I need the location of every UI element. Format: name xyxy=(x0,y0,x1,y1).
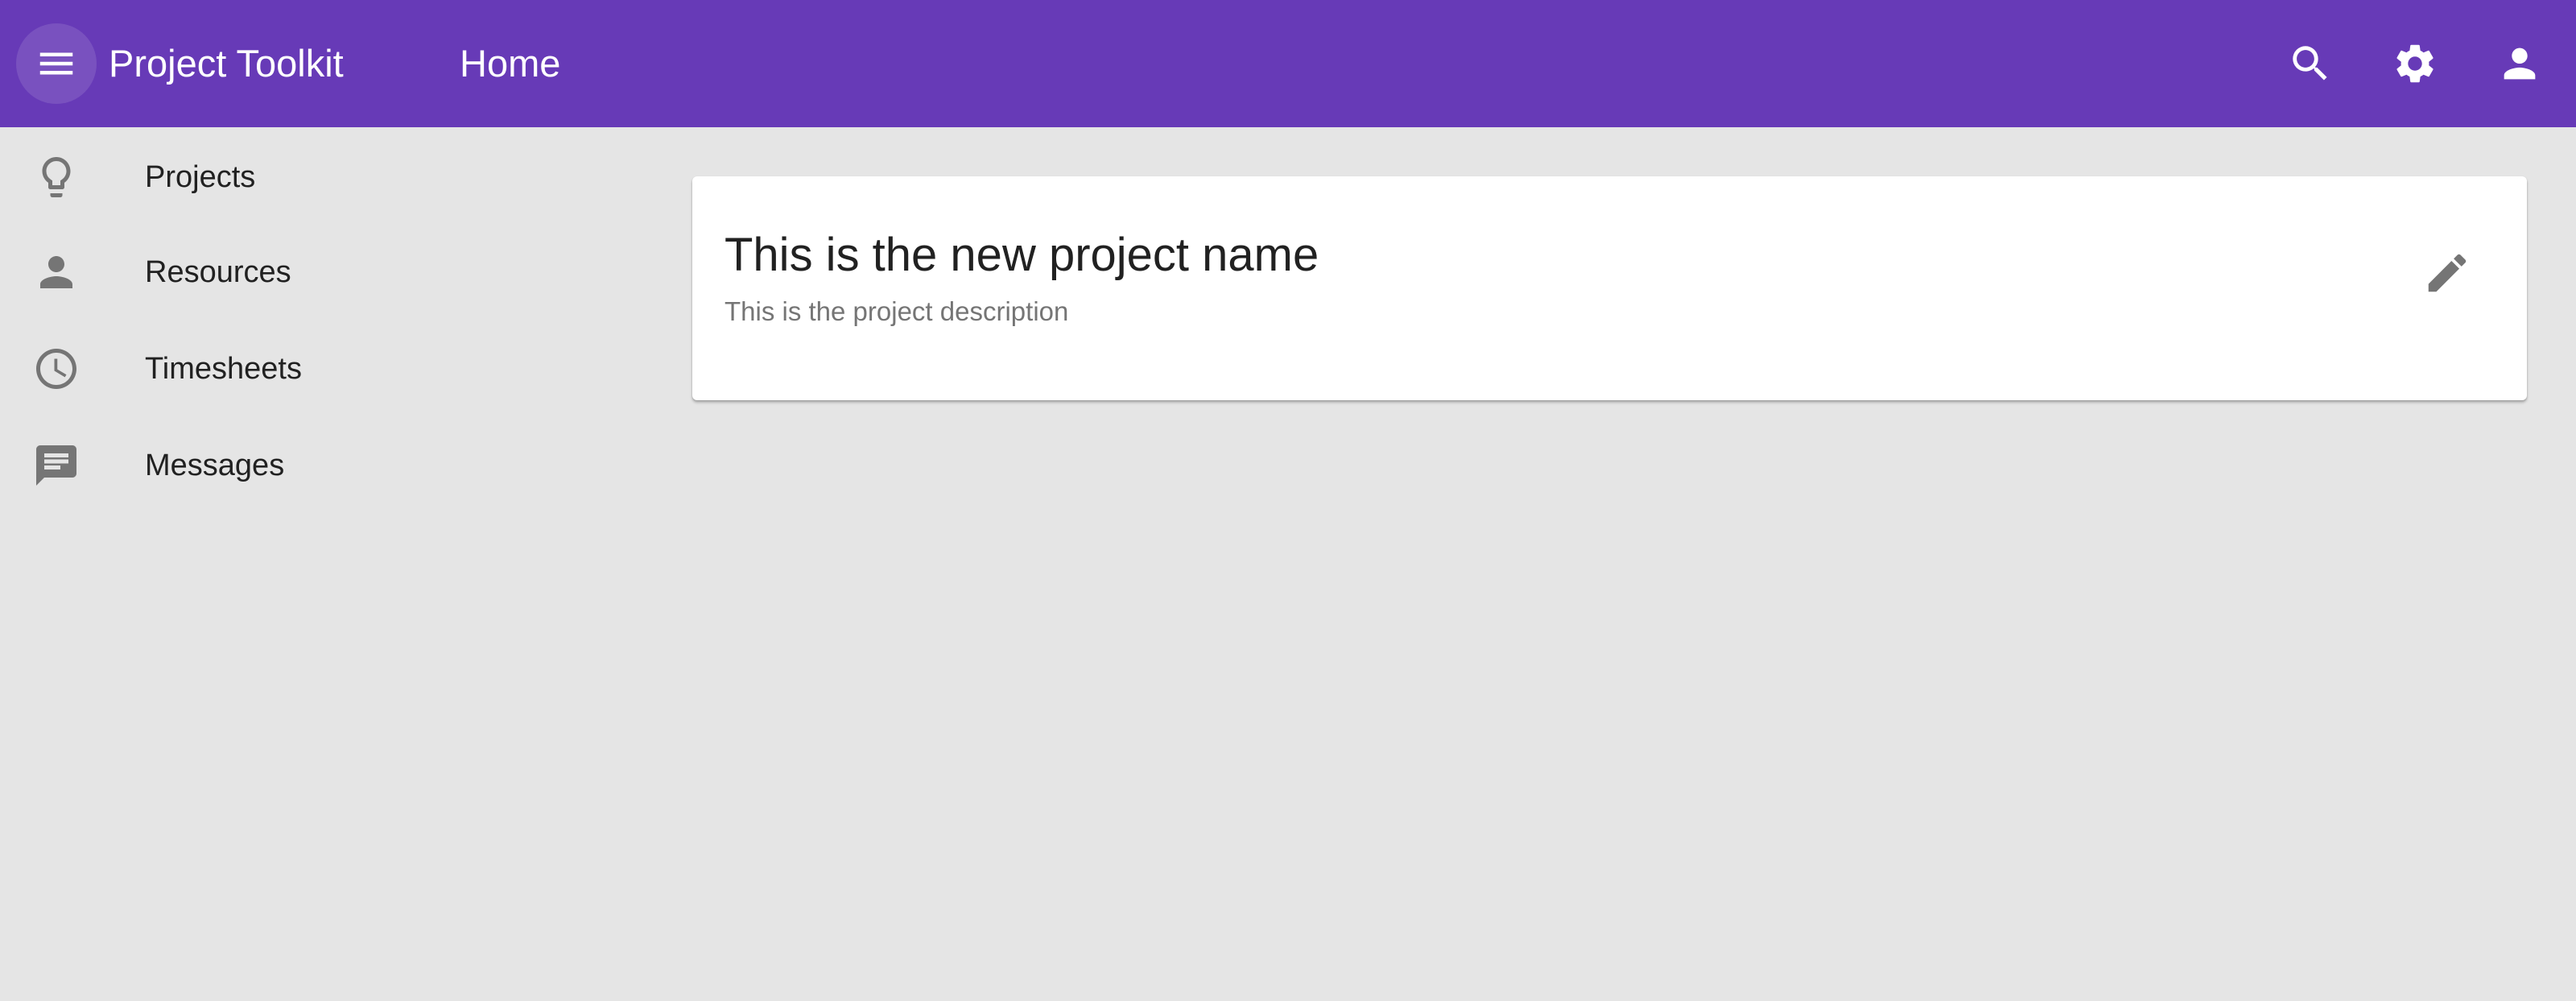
clock-icon xyxy=(32,345,80,393)
pencil-icon xyxy=(2428,254,2467,292)
page-title: Home xyxy=(460,42,561,85)
search-button[interactable] xyxy=(2278,31,2343,96)
sidebar-nav: Projects Resources Timesheets Messages xyxy=(0,127,612,1001)
app-title: Project Toolkit xyxy=(109,42,344,85)
search-icon xyxy=(2293,46,2327,81)
app-bar: Project Toolkit Home xyxy=(0,0,2576,127)
sidebar-item-messages[interactable]: Messages xyxy=(0,417,612,514)
account-icon xyxy=(2504,48,2536,80)
sidebar-item-resources[interactable]: Resources xyxy=(0,224,612,321)
person-icon xyxy=(32,248,80,296)
message-icon xyxy=(32,441,80,490)
project-card: This is the new project name This is the… xyxy=(692,176,2527,400)
sidebar-item-label: Messages xyxy=(145,449,285,482)
menu-button[interactable] xyxy=(16,23,97,104)
lightbulb-icon xyxy=(32,153,80,201)
sidebar-item-label: Timesheets xyxy=(145,352,302,386)
sidebar-item-projects[interactable]: Projects xyxy=(0,129,612,225)
sidebar-item-timesheets[interactable]: Timesheets xyxy=(0,321,612,417)
account-button[interactable] xyxy=(2487,31,2552,96)
edit-project-button[interactable] xyxy=(2407,233,2487,313)
gear-icon xyxy=(2396,44,2434,83)
project-name: This is the new project name xyxy=(724,229,1319,281)
sidebar-item-label: Resources xyxy=(145,255,291,289)
sidebar-item-label: Projects xyxy=(145,160,256,194)
menu-icon xyxy=(39,52,73,75)
settings-button[interactable] xyxy=(2383,31,2447,96)
project-description: This is the project description xyxy=(724,296,1069,326)
